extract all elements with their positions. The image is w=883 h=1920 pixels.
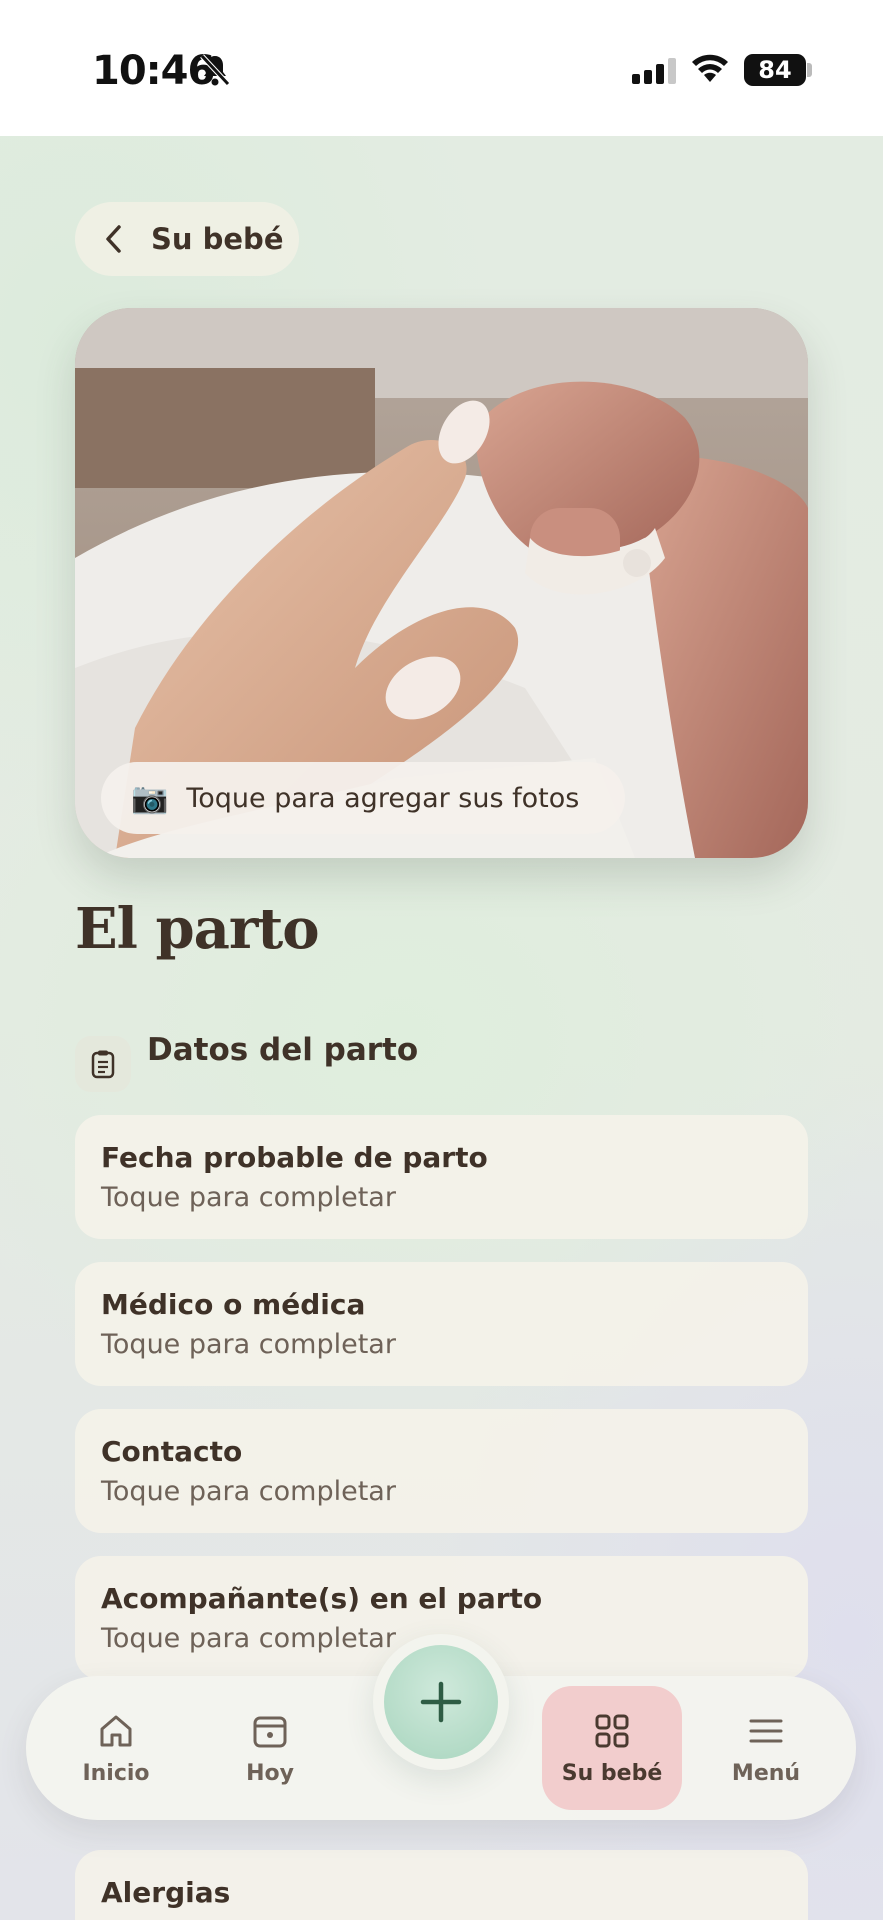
grid-icon (595, 1714, 629, 1747)
nav-label: Su bebé (561, 1760, 663, 1786)
field-allergies[interactable]: Alergias (75, 1850, 808, 1920)
nav-item-hoy[interactable]: Hoy (200, 1686, 340, 1810)
chevron-left-icon (106, 225, 121, 253)
baby-photo-card[interactable]: 📷 Toque para agregar sus fotos (75, 308, 808, 858)
section-title: Datos del parto (147, 1032, 419, 1068)
battery-level: 84 (758, 56, 792, 84)
nav-item-su-bebe[interactable]: Su bebé (542, 1686, 682, 1810)
clipboard-icon (75, 1036, 131, 1092)
nav-item-menu[interactable]: Menú (696, 1686, 836, 1810)
nav-label: Inicio (82, 1760, 150, 1786)
status-time: 10:46 (92, 48, 215, 94)
cellular-signal-icon (632, 58, 676, 84)
field-label: Fecha probable de parto (101, 1141, 488, 1174)
wifi-icon (692, 54, 728, 82)
plus-icon (420, 1681, 462, 1723)
nav-item-inicio[interactable]: Inicio (46, 1686, 186, 1810)
field-label: Médico o médica (101, 1288, 366, 1321)
field-hint: Toque para completar (101, 1329, 396, 1360)
status-bar: 10:46 84 (0, 0, 883, 136)
nav-label: Menú (731, 1760, 801, 1786)
add-photos-label: Toque para agregar sus fotos (186, 782, 580, 814)
nav-label: Hoy (246, 1760, 294, 1786)
bell-muted-icon (200, 54, 230, 86)
camera-icon: 📷 (131, 780, 169, 816)
home-icon (100, 1715, 132, 1746)
field-label: Alergias (101, 1876, 231, 1909)
back-label: Su bebé (151, 222, 284, 256)
field-due-date[interactable]: Fecha probable de parto Toque para compl… (75, 1115, 808, 1239)
page-title: El parto (75, 896, 320, 962)
battery-indicator: 84 (744, 54, 806, 86)
page-content: Su bebé 📷 Toque para agregar sus fotos E… (0, 136, 883, 1920)
field-label: Acompañante(s) en el parto (101, 1582, 543, 1615)
back-button[interactable]: Su bebé (75, 202, 299, 276)
field-hint: Toque para completar (101, 1182, 396, 1213)
add-button[interactable] (384, 1645, 498, 1759)
menu-icon (749, 1719, 783, 1742)
battery-nub (807, 63, 812, 77)
field-label: Contacto (101, 1435, 243, 1468)
field-doctor[interactable]: Médico o médica Toque para completar (75, 1262, 808, 1386)
field-hint: Toque para completar (101, 1476, 396, 1507)
calendar-icon (253, 1716, 287, 1747)
add-photos-button[interactable]: 📷 Toque para agregar sus fotos (101, 762, 625, 834)
field-contact[interactable]: Contacto Toque para completar (75, 1409, 808, 1533)
